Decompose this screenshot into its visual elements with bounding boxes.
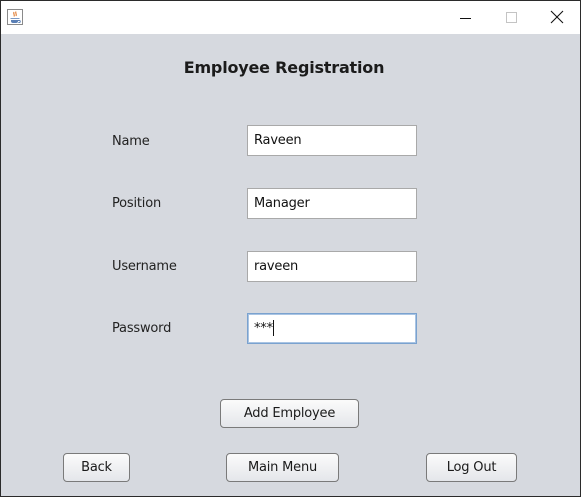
main-menu-button[interactable]: Main Menu (226, 453, 339, 482)
java-app-icon[interactable] (7, 9, 23, 25)
title-bar[interactable] (1, 1, 580, 34)
form-title: Employee Registration (183, 58, 385, 77)
password-field[interactable]: *** (247, 313, 417, 344)
maximize-button[interactable] (488, 1, 534, 34)
name-label: Name (112, 134, 150, 149)
close-button[interactable] (534, 1, 580, 34)
minimize-icon (460, 18, 471, 19)
password-value: *** (254, 321, 273, 336)
form-panel: Employee Registration Name Raveen Positi… (1, 34, 580, 496)
position-field[interactable]: Manager (247, 188, 417, 219)
close-icon (550, 10, 564, 24)
back-button[interactable]: Back (63, 453, 130, 482)
log-out-button[interactable]: Log Out (426, 453, 517, 482)
add-employee-button[interactable]: Add Employee (220, 399, 359, 428)
username-label: Username (112, 259, 177, 274)
password-label: Password (112, 321, 172, 336)
maximize-icon (506, 12, 517, 23)
position-label: Position (112, 196, 162, 211)
minimize-button[interactable] (442, 1, 488, 34)
text-caret (272, 319, 274, 336)
name-field[interactable]: Raveen (247, 125, 417, 156)
username-field[interactable]: raveen (247, 251, 417, 282)
app-window: Employee Registration Name Raveen Positi… (0, 0, 581, 497)
